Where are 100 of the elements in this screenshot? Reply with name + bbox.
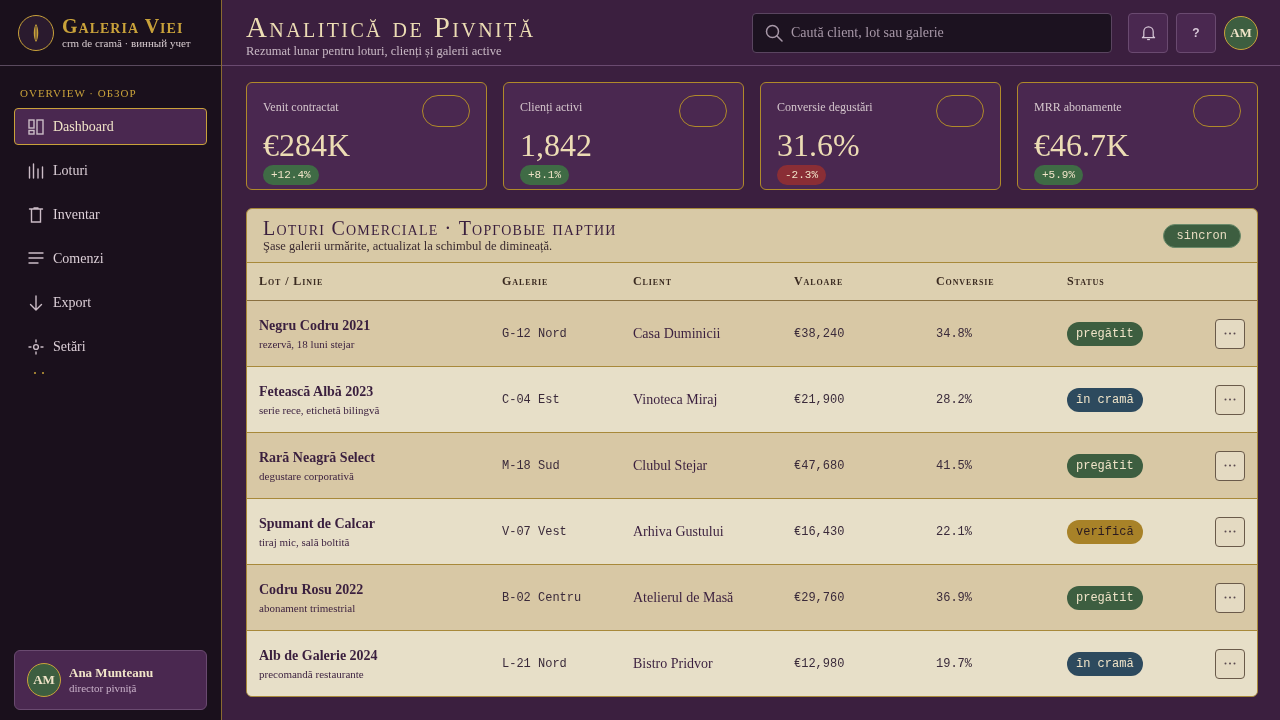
value-cell-text: €21,900 bbox=[794, 392, 846, 407]
search-field[interactable]: Caută client, lot sau galerie bbox=[752, 12, 1112, 53]
lot-name: Codru Rosu 2022 bbox=[259, 580, 365, 598]
stat-value: €46.7K bbox=[1034, 127, 1131, 163]
status-badge: verifică bbox=[1067, 519, 1143, 544]
more-button[interactable] bbox=[1215, 648, 1245, 679]
status-badge: pregătit bbox=[1067, 585, 1143, 610]
oval-outline-icon bbox=[422, 95, 470, 127]
lot-note: precomandă restaurante bbox=[259, 666, 365, 681]
more-icon bbox=[1224, 464, 1236, 467]
status-badge: în cramă bbox=[1067, 651, 1143, 676]
crosshair-icon bbox=[28, 338, 44, 355]
gallery-cell-text: C-04 Est bbox=[502, 392, 561, 407]
user-avatar[interactable]: AM bbox=[1224, 15, 1258, 50]
value-cell-text: €12,980 bbox=[794, 656, 846, 671]
nav-item[interactable]: Inventar bbox=[14, 196, 207, 233]
brand-name: Galeria Viei bbox=[62, 15, 185, 37]
delta-badge: +12.4% bbox=[263, 165, 319, 185]
lines-icon bbox=[28, 250, 44, 267]
nav-item[interactable]: Loturi bbox=[14, 152, 207, 189]
client-cell-text: Casa Duminicii bbox=[633, 325, 722, 342]
status-badge: pregătit bbox=[1067, 453, 1143, 478]
stat-label: Clienți activi bbox=[520, 100, 583, 114]
column-header: Conversie bbox=[936, 274, 996, 289]
stat-label: MRR abonamente bbox=[1034, 100, 1122, 114]
column-header: Status bbox=[1067, 274, 1106, 289]
oval-outline-icon bbox=[936, 95, 984, 127]
logo-icon bbox=[18, 14, 54, 51]
stat-label: Conversie degustări bbox=[777, 100, 873, 114]
oval-outline-icon bbox=[679, 95, 727, 127]
sync-badge: sincron bbox=[1162, 223, 1241, 248]
search-icon bbox=[765, 23, 783, 42]
column-header: Valoare bbox=[794, 274, 845, 289]
lot-name: Negru Codru 2021 bbox=[259, 316, 372, 334]
help-button[interactable]: ? bbox=[1176, 12, 1216, 53]
lot-name: Fetească Albă 2023 bbox=[259, 382, 375, 400]
lot-note: degustare corporativă bbox=[259, 468, 355, 483]
page-title: Analitică de Pivniță bbox=[246, 12, 537, 43]
conversion-cell-text: 34.8% bbox=[936, 326, 973, 341]
gallery-cell-text: M-18 Sud bbox=[502, 458, 561, 473]
stat-value: 1,842 bbox=[520, 127, 593, 163]
notifications-button[interactable] bbox=[1128, 12, 1168, 53]
more-icon bbox=[1224, 596, 1236, 599]
more-button[interactable] bbox=[1215, 582, 1245, 613]
conversion-cell-text: 28.2% bbox=[936, 392, 973, 407]
lot-name: Alb de Galerie 2024 bbox=[259, 646, 379, 664]
bin-icon bbox=[28, 206, 44, 223]
stat-label: Venit contractat bbox=[263, 100, 339, 114]
more-button[interactable] bbox=[1215, 516, 1245, 547]
more-button[interactable] bbox=[1215, 384, 1245, 415]
gallery-cell-text: V-07 Vest bbox=[502, 524, 568, 539]
nav-item[interactable]: Dashboard bbox=[14, 108, 207, 145]
gallery-cell-text: B-02 Centru bbox=[502, 590, 583, 605]
conversion-cell-text: 22.1% bbox=[936, 524, 973, 539]
column-header: Client bbox=[633, 274, 673, 289]
more-icon bbox=[1224, 332, 1236, 335]
nav-item[interactable]: Setări bbox=[14, 328, 207, 365]
more-button[interactable] bbox=[1215, 450, 1245, 481]
user-name: Ana Munteanu bbox=[69, 665, 154, 681]
status-badge: în cramă bbox=[1067, 387, 1143, 412]
brand-tagline: crm de cramă · винный учет bbox=[62, 37, 191, 50]
layout-icon bbox=[28, 118, 44, 135]
lot-note: tiraj mic, sală boltită bbox=[259, 534, 351, 549]
arrow-down-icon bbox=[28, 294, 44, 311]
column-header: Lot / Linie bbox=[259, 274, 325, 289]
delta-badge: +5.9% bbox=[1034, 165, 1083, 185]
bell-icon bbox=[1140, 24, 1156, 41]
nav-item[interactable]: Comenzi bbox=[14, 240, 207, 277]
stat-value: €284K bbox=[263, 127, 352, 163]
table-subtitle: Şase galerii urmărite, actualizat la schimbul de dimineață. bbox=[263, 239, 554, 254]
client-cell-text: Atelierul de Masă bbox=[633, 589, 735, 606]
client-cell-text: Bistro Pridvor bbox=[633, 655, 714, 672]
lot-name: Rară Neagră Select bbox=[259, 448, 376, 466]
more-icon bbox=[1224, 530, 1236, 533]
more-icon bbox=[1224, 398, 1236, 401]
user-avatar: AM bbox=[27, 663, 61, 697]
value-cell-text: €16,430 bbox=[794, 524, 846, 539]
client-cell-text: Arhiva Gustului bbox=[633, 523, 725, 540]
bars-icon bbox=[28, 162, 44, 179]
nav-item[interactable]: Export bbox=[14, 284, 207, 321]
oval-outline-icon bbox=[1193, 95, 1241, 127]
value-cell-text: €29,760 bbox=[794, 590, 846, 605]
conversion-cell-text: 36.9% bbox=[936, 590, 973, 605]
value-cell-text: €47,680 bbox=[794, 458, 846, 473]
lot-note: serie rece, etichetă bilingvă bbox=[259, 402, 381, 417]
user-role: director pivniță bbox=[69, 681, 138, 695]
column-header: Galerie bbox=[502, 274, 550, 289]
conversion-cell-text: 19.7% bbox=[936, 656, 973, 671]
lot-note: rezervă, 18 luni stejar bbox=[259, 336, 356, 351]
section-label: OVERVIEW · ОБЗОР bbox=[20, 87, 137, 99]
client-cell-text: Clubul Stejar bbox=[633, 457, 709, 474]
lot-note: abonament trimestrial bbox=[259, 600, 357, 615]
status-badge: pregătit bbox=[1067, 321, 1143, 346]
stat-value: 31.6% bbox=[777, 127, 861, 163]
more-button[interactable] bbox=[1215, 318, 1245, 349]
gallery-cell-text: L-21 Nord bbox=[502, 656, 568, 671]
gallery-cell-text: G-12 Nord bbox=[502, 326, 568, 341]
page-subtitle: Rezumat lunar pentru loturi, clienți și galerii active bbox=[246, 44, 503, 59]
lot-name: Spumant de Calcar bbox=[259, 514, 376, 532]
delta-badge: -2.3% bbox=[777, 165, 826, 185]
